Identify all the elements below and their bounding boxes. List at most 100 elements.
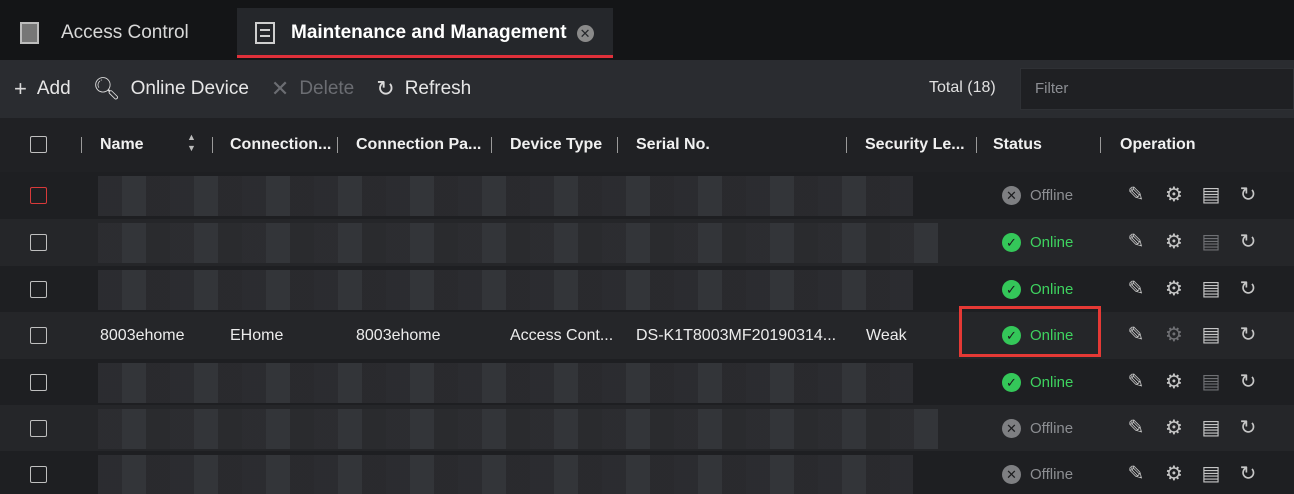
table-row[interactable]: ✓ Online ✎ ⚙ ▤ ↻ — [0, 219, 1294, 266]
cell-connection: EHome — [230, 327, 284, 344]
refresh-icon[interactable]: ↻ — [1237, 278, 1259, 300]
plus-icon: + — [14, 76, 27, 101]
cell-security: Weak — [866, 327, 907, 344]
edit-icon[interactable]: ✎ — [1125, 278, 1147, 300]
column-divider — [212, 137, 213, 153]
active-tab-indicator — [237, 55, 613, 58]
row-checkbox[interactable] — [30, 327, 47, 344]
refresh-icon[interactable]: ↻ — [1237, 371, 1259, 393]
column-divider — [81, 137, 82, 153]
online-icon: ✓ — [1002, 373, 1021, 392]
row-checkbox[interactable] — [30, 234, 47, 251]
sort-icon[interactable]: ▲ ▼ — [187, 132, 196, 154]
remote-config-icon[interactable]: ▤ — [1200, 417, 1222, 439]
column-header-name[interactable]: Name — [100, 118, 144, 172]
settings-icon[interactable]: ⚙ — [1163, 184, 1185, 206]
column-divider — [976, 137, 977, 153]
column-header-connection[interactable]: Connection... — [230, 118, 331, 172]
column-header-security[interactable]: Security Le... — [865, 118, 965, 172]
online-icon: ✓ — [1002, 233, 1021, 252]
column-header-connection-param[interactable]: Connection Pa... — [356, 118, 481, 172]
redacted-cells — [98, 363, 913, 403]
column-divider — [1100, 137, 1101, 153]
refresh-icon[interactable]: ↻ — [1237, 417, 1259, 439]
edit-icon[interactable]: ✎ — [1125, 184, 1147, 206]
add-button[interactable]: + Add — [14, 76, 71, 102]
redacted-cells — [98, 176, 913, 216]
column-divider — [491, 137, 492, 153]
offline-icon: ✕ — [1002, 465, 1021, 484]
search-icon: 🔍︎ — [92, 76, 121, 101]
cell-connection-param: 8003ehome — [356, 327, 441, 344]
settings-icon[interactable]: ⚙ — [1163, 231, 1185, 253]
remote-config-icon[interactable]: ▤ — [1200, 371, 1222, 393]
status-text: Online — [1030, 374, 1074, 391]
tab-maintenance-and-management[interactable]: Maintenance and Management ✕ — [237, 8, 613, 58]
edit-icon[interactable]: ✎ — [1125, 324, 1147, 346]
column-divider — [846, 137, 847, 153]
offline-icon: ✕ — [1002, 419, 1021, 438]
total-count: Total (18) — [929, 79, 996, 96]
remote-config-icon[interactable]: ▤ — [1200, 278, 1222, 300]
close-tab-icon[interactable]: ✕ — [576, 24, 594, 42]
refresh-icon: ↻ — [376, 76, 395, 101]
remote-config-icon[interactable]: ▤ — [1200, 184, 1222, 206]
select-all-checkbox[interactable] — [30, 136, 47, 153]
refresh-icon[interactable]: ↻ — [1237, 463, 1259, 485]
remote-config-icon[interactable]: ▤ — [1200, 463, 1222, 485]
status-text: Offline — [1030, 187, 1074, 204]
table-row[interactable]: ✕ Offline ✎ ⚙ ▤ ↻ — [0, 172, 1294, 219]
online-device-button[interactable]: 🔍︎ Online Device — [93, 76, 249, 102]
edit-icon[interactable]: ✎ — [1125, 231, 1147, 253]
cell-serial: DS-K1T8003MF20190314... — [636, 327, 837, 344]
table-row[interactable]: ✕ Offline ✎ ⚙ ▤ ↻ — [0, 405, 1294, 452]
refresh-icon[interactable]: ↻ — [1237, 184, 1259, 206]
cell-device-type: Access Cont... — [510, 327, 614, 344]
column-divider — [617, 137, 618, 153]
offline-icon: ✕ — [1002, 186, 1021, 205]
toolbar: + Add 🔍︎ Online Device ✕ Delete ↻ Refres… — [0, 60, 1294, 118]
redacted-cells — [98, 409, 938, 449]
maintenance-icon — [255, 22, 275, 44]
refresh-icon[interactable]: ↻ — [1237, 231, 1259, 253]
settings-icon[interactable]: ⚙ — [1163, 371, 1185, 393]
edit-icon[interactable]: ✎ — [1125, 371, 1147, 393]
column-header-serial[interactable]: Serial No. — [636, 118, 710, 172]
remote-config-icon[interactable]: ▤ — [1200, 324, 1222, 346]
settings-icon[interactable]: ⚙ — [1163, 417, 1185, 439]
row-checkbox[interactable] — [30, 420, 47, 437]
table-row[interactable]: ✓ Online ✎ ⚙ ▤ ↻ — [0, 359, 1294, 406]
table-row[interactable]: ✕ Offline ✎ ⚙ ▤ ↻ — [0, 451, 1294, 494]
delete-button[interactable]: ✕ Delete — [271, 76, 354, 102]
access-control-icon — [20, 22, 39, 44]
status-text: Online — [1030, 234, 1074, 251]
cell-name: 8003ehome — [100, 327, 185, 344]
online-icon: ✓ — [1002, 280, 1021, 299]
table-header: Name ▲ ▼ Connection... Connection Pa... D… — [0, 118, 1294, 172]
redacted-cells — [98, 455, 913, 494]
row-checkbox[interactable] — [30, 374, 47, 391]
column-header-device-type[interactable]: Device Type — [510, 118, 602, 172]
filter-input[interactable]: Filter — [1020, 68, 1294, 110]
tab-label: Access Control — [61, 22, 189, 43]
row-checkbox[interactable] — [30, 466, 47, 483]
row-checkbox[interactable] — [30, 281, 47, 298]
row-checkbox[interactable] — [30, 187, 47, 204]
close-icon: ✕ — [270, 76, 290, 101]
tab-access-control[interactable]: Access Control — [0, 8, 230, 58]
status-text: Offline — [1030, 466, 1074, 483]
refresh-icon[interactable]: ↻ — [1237, 324, 1259, 346]
column-header-operation: Operation — [1120, 136, 1196, 153]
remote-config-icon[interactable]: ▤ — [1200, 231, 1222, 253]
tab-bar: Access Control Maintenance and Managemen… — [0, 0, 1294, 60]
tab-label: Maintenance and Management — [291, 22, 567, 43]
column-header-status[interactable]: Status — [993, 118, 1042, 172]
redacted-cells — [98, 270, 913, 310]
settings-icon[interactable]: ⚙ — [1163, 278, 1185, 300]
edit-icon[interactable]: ✎ — [1125, 417, 1147, 439]
settings-icon[interactable]: ⚙ — [1163, 463, 1185, 485]
edit-icon[interactable]: ✎ — [1125, 463, 1147, 485]
settings-icon[interactable]: ⚙ — [1163, 324, 1185, 346]
column-divider — [337, 137, 338, 153]
refresh-button[interactable]: ↻ Refresh — [376, 76, 471, 102]
